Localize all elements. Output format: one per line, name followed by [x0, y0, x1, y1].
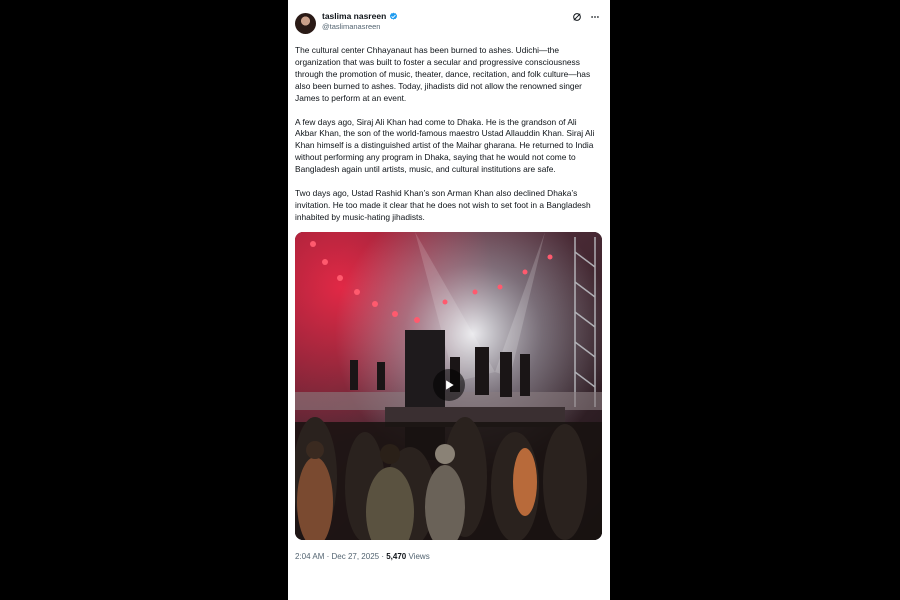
- video-player[interactable]: [295, 231, 602, 540]
- grok-icon[interactable]: [572, 12, 582, 22]
- avatar[interactable]: [295, 13, 316, 34]
- views-label: Views: [408, 551, 430, 561]
- tweet-date[interactable]: Dec 27, 2025: [332, 552, 380, 561]
- more-icon[interactable]: [590, 12, 600, 22]
- author-block: taslima nasreen @taslimanasreen: [322, 11, 572, 31]
- author-name-row: taslima nasreen: [322, 11, 572, 21]
- tweet-header: taslima nasreen @taslimanasreen: [295, 7, 602, 34]
- play-button[interactable]: [433, 368, 465, 401]
- author-handle[interactable]: @taslimanasreen: [322, 22, 572, 31]
- tweet-meta: 2:04 AM · Dec 27, 2025 · 5,470 Views: [295, 552, 602, 561]
- tweet-paragraph-3: Two days ago, Ustad Rashid Khan’s son Ar…: [295, 188, 591, 222]
- views-count: 5,470: [386, 551, 407, 561]
- author-name[interactable]: taslima nasreen: [322, 11, 386, 21]
- meta-separator-2: ·: [381, 551, 384, 561]
- tweet-time[interactable]: 2:04 AM: [295, 552, 324, 561]
- tweet-paragraph-1: The cultural center Chhayanaut has been …: [295, 45, 591, 103]
- play-icon: [446, 380, 454, 390]
- tweet-paragraph-2: A few days ago, Siraj Ali Khan had come …: [295, 116, 595, 175]
- header-actions: [572, 12, 600, 22]
- verified-badge-icon: [390, 12, 398, 20]
- tweet-text: The cultural center Chhayanaut has been …: [295, 45, 602, 224]
- tweet-card: taslima nasreen @taslimanasreen The cult…: [288, 0, 610, 600]
- meta-separator: ·: [326, 551, 330, 561]
